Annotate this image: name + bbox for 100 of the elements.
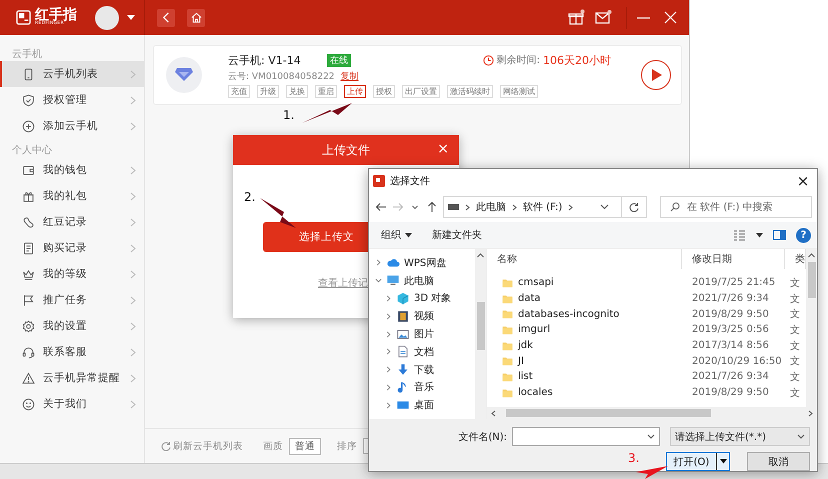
scroll-left-icon[interactable] — [491, 410, 496, 416]
film-icon — [396, 310, 410, 323]
column-header[interactable]: 修改日期 — [682, 249, 785, 269]
file-row[interactable]: jdk 2017/3/14 8:56 文 — [487, 338, 806, 354]
sidebar-item[interactable]: 购买记录 — [0, 235, 144, 261]
expand-chevron-icon[interactable] — [385, 384, 392, 391]
action-button[interactable]: 激活码续时 — [447, 84, 493, 98]
phone-id: 云号: VM010084058222 — [228, 70, 335, 82]
action-button[interactable]: 上传 — [344, 84, 366, 98]
column-header[interactable]: 名称 — [487, 249, 682, 269]
scrollbar-thumb[interactable] — [506, 409, 711, 417]
file-row[interactable]: locales 2019/8/29 9:50 文 — [487, 384, 806, 400]
cancel-button[interactable]: 取消 — [747, 452, 810, 471]
action-button[interactable]: 网络测试 — [500, 84, 538, 98]
home-button[interactable] — [187, 8, 205, 26]
sidebar-item[interactable]: 推广任务 — [0, 287, 144, 313]
sidebar-item[interactable]: 添加云手机 — [0, 113, 144, 139]
sidebar-item[interactable]: 云手机异常提醒 — [0, 365, 144, 391]
scrollbar-thumb[interactable] — [808, 262, 816, 298]
tree-item[interactable]: 桌面 — [369, 396, 475, 414]
file-row[interactable]: imgurl 2019/3/25 0:56 文 — [487, 322, 806, 338]
download-icon — [396, 363, 410, 376]
up-arrow-icon[interactable] — [426, 201, 438, 213]
expand-chevron-icon[interactable] — [375, 259, 382, 266]
smile-icon — [22, 398, 35, 410]
sidebar-item[interactable]: 我的设置 — [0, 313, 144, 339]
close-button[interactable]: × — [789, 172, 817, 190]
expand-chevron-icon[interactable] — [385, 312, 392, 320]
sidebar-item[interactable]: 云手机列表 — [0, 61, 144, 87]
folder-icon — [502, 324, 513, 336]
action-button[interactable]: 重启 — [315, 84, 337, 98]
action-button[interactable]: 兑换 — [286, 84, 308, 98]
scroll-up-icon[interactable] — [808, 253, 815, 258]
caret-icon[interactable] — [756, 232, 763, 238]
expand-chevron-icon[interactable] — [385, 348, 392, 356]
tree-item[interactable]: 视频 — [369, 307, 475, 326]
scrollbar-thumb[interactable] — [476, 302, 484, 350]
collapse-chevron-icon[interactable] — [375, 277, 382, 284]
file-type-select[interactable]: 请选择上传文件(*.*) — [670, 427, 810, 446]
close-icon[interactable] — [662, 9, 679, 26]
chevron-icon — [130, 192, 136, 200]
chevron-icon — [130, 218, 136, 226]
sidebar-item[interactable]: 我的等级 — [0, 261, 144, 287]
play-button[interactable] — [641, 60, 671, 90]
tree-item[interactable]: 此电脑 — [369, 272, 475, 290]
sidebar-item[interactable]: 我的钱包 — [0, 157, 144, 183]
sidebar-item[interactable]: 我的礼包 — [0, 183, 144, 209]
receipt-icon — [22, 242, 35, 254]
scroll-up-icon[interactable] — [477, 253, 484, 258]
scrollbar[interactable] — [806, 249, 817, 407]
back-arrow-icon[interactable] — [375, 201, 387, 213]
tree-item[interactable]: 文档 — [369, 342, 475, 361]
close-button[interactable]: × — [437, 141, 449, 157]
file-row[interactable]: cmsapi 2019/7/25 21:45 文 — [487, 275, 806, 291]
file-row[interactable]: databases-incognito 2019/8/29 9:50 文 — [487, 306, 806, 322]
expand-chevron-icon[interactable] — [385, 330, 392, 338]
gift-icon[interactable] — [568, 9, 585, 26]
scroll-right-icon[interactable] — [808, 410, 813, 416]
sidebar-item[interactable]: 授权管理 — [0, 87, 144, 113]
refresh-icon[interactable] — [629, 202, 639, 212]
scrollbar[interactable] — [487, 407, 817, 419]
action-button[interactable]: 升级 — [257, 84, 279, 98]
dialog-title: 选择文件 — [390, 174, 431, 188]
dropdown-chevron-icon[interactable] — [600, 204, 609, 210]
caret-icon[interactable] — [127, 14, 135, 20]
expand-chevron-icon[interactable] — [385, 294, 392, 302]
scrollbar[interactable] — [475, 249, 486, 419]
open-button[interactable]: 打开(O) — [666, 452, 730, 471]
quality-select[interactable]: 普通 — [289, 438, 321, 454]
breadcrumb[interactable]: 此电脑 — [476, 200, 506, 214]
sidebar-item[interactable]: 红豆记录 — [0, 209, 144, 235]
file-row[interactable]: list 2021/7/26 9:34 文 — [487, 369, 806, 385]
file-row[interactable]: data 2021/7/26 9:34 文 — [487, 290, 806, 306]
dropdown-chevron-icon[interactable] — [647, 434, 655, 439]
expand-chevron-icon[interactable] — [385, 366, 392, 374]
copy-link[interactable]: 复制 — [340, 70, 359, 82]
back-button[interactable] — [157, 8, 175, 26]
search-field[interactable]: 在 软件 (F:) 中搜索 — [660, 196, 812, 218]
sidebar-item[interactable]: 关于我们 — [0, 391, 144, 417]
file-row[interactable]: JI 2020/10/29 16:50 文 — [487, 353, 806, 370]
preview-pane-icon[interactable] — [773, 229, 786, 241]
help-button[interactable]: ? — [796, 228, 811, 242]
organize-menu[interactable]: 组织 — [381, 228, 412, 242]
sidebar-item[interactable]: 联系客服 — [0, 339, 144, 365]
phone-icon — [22, 68, 35, 80]
action-button[interactable]: 授权 — [373, 84, 395, 98]
avatar[interactable] — [95, 6, 119, 30]
tree-item[interactable]: WPS网盘 — [369, 254, 475, 272]
tree-item[interactable]: 音乐 — [369, 378, 475, 396]
action-button[interactable]: 出厂设置 — [402, 84, 440, 98]
expand-chevron-icon[interactable] — [385, 402, 392, 409]
filename-field[interactable] — [512, 427, 660, 446]
tree-item[interactable]: 3D 对象 — [369, 290, 475, 308]
list-view-icon[interactable] — [733, 229, 746, 241]
tree-item[interactable]: 下载 — [369, 360, 475, 379]
tree-item[interactable]: 图片 — [369, 325, 475, 343]
action-button[interactable]: 充值 — [228, 84, 250, 98]
breadcrumb[interactable]: 软件 (F:) — [523, 200, 562, 214]
address-bar[interactable]: 此电脑 软件 (F:) — [443, 196, 647, 218]
mail-icon[interactable] — [595, 9, 612, 26]
